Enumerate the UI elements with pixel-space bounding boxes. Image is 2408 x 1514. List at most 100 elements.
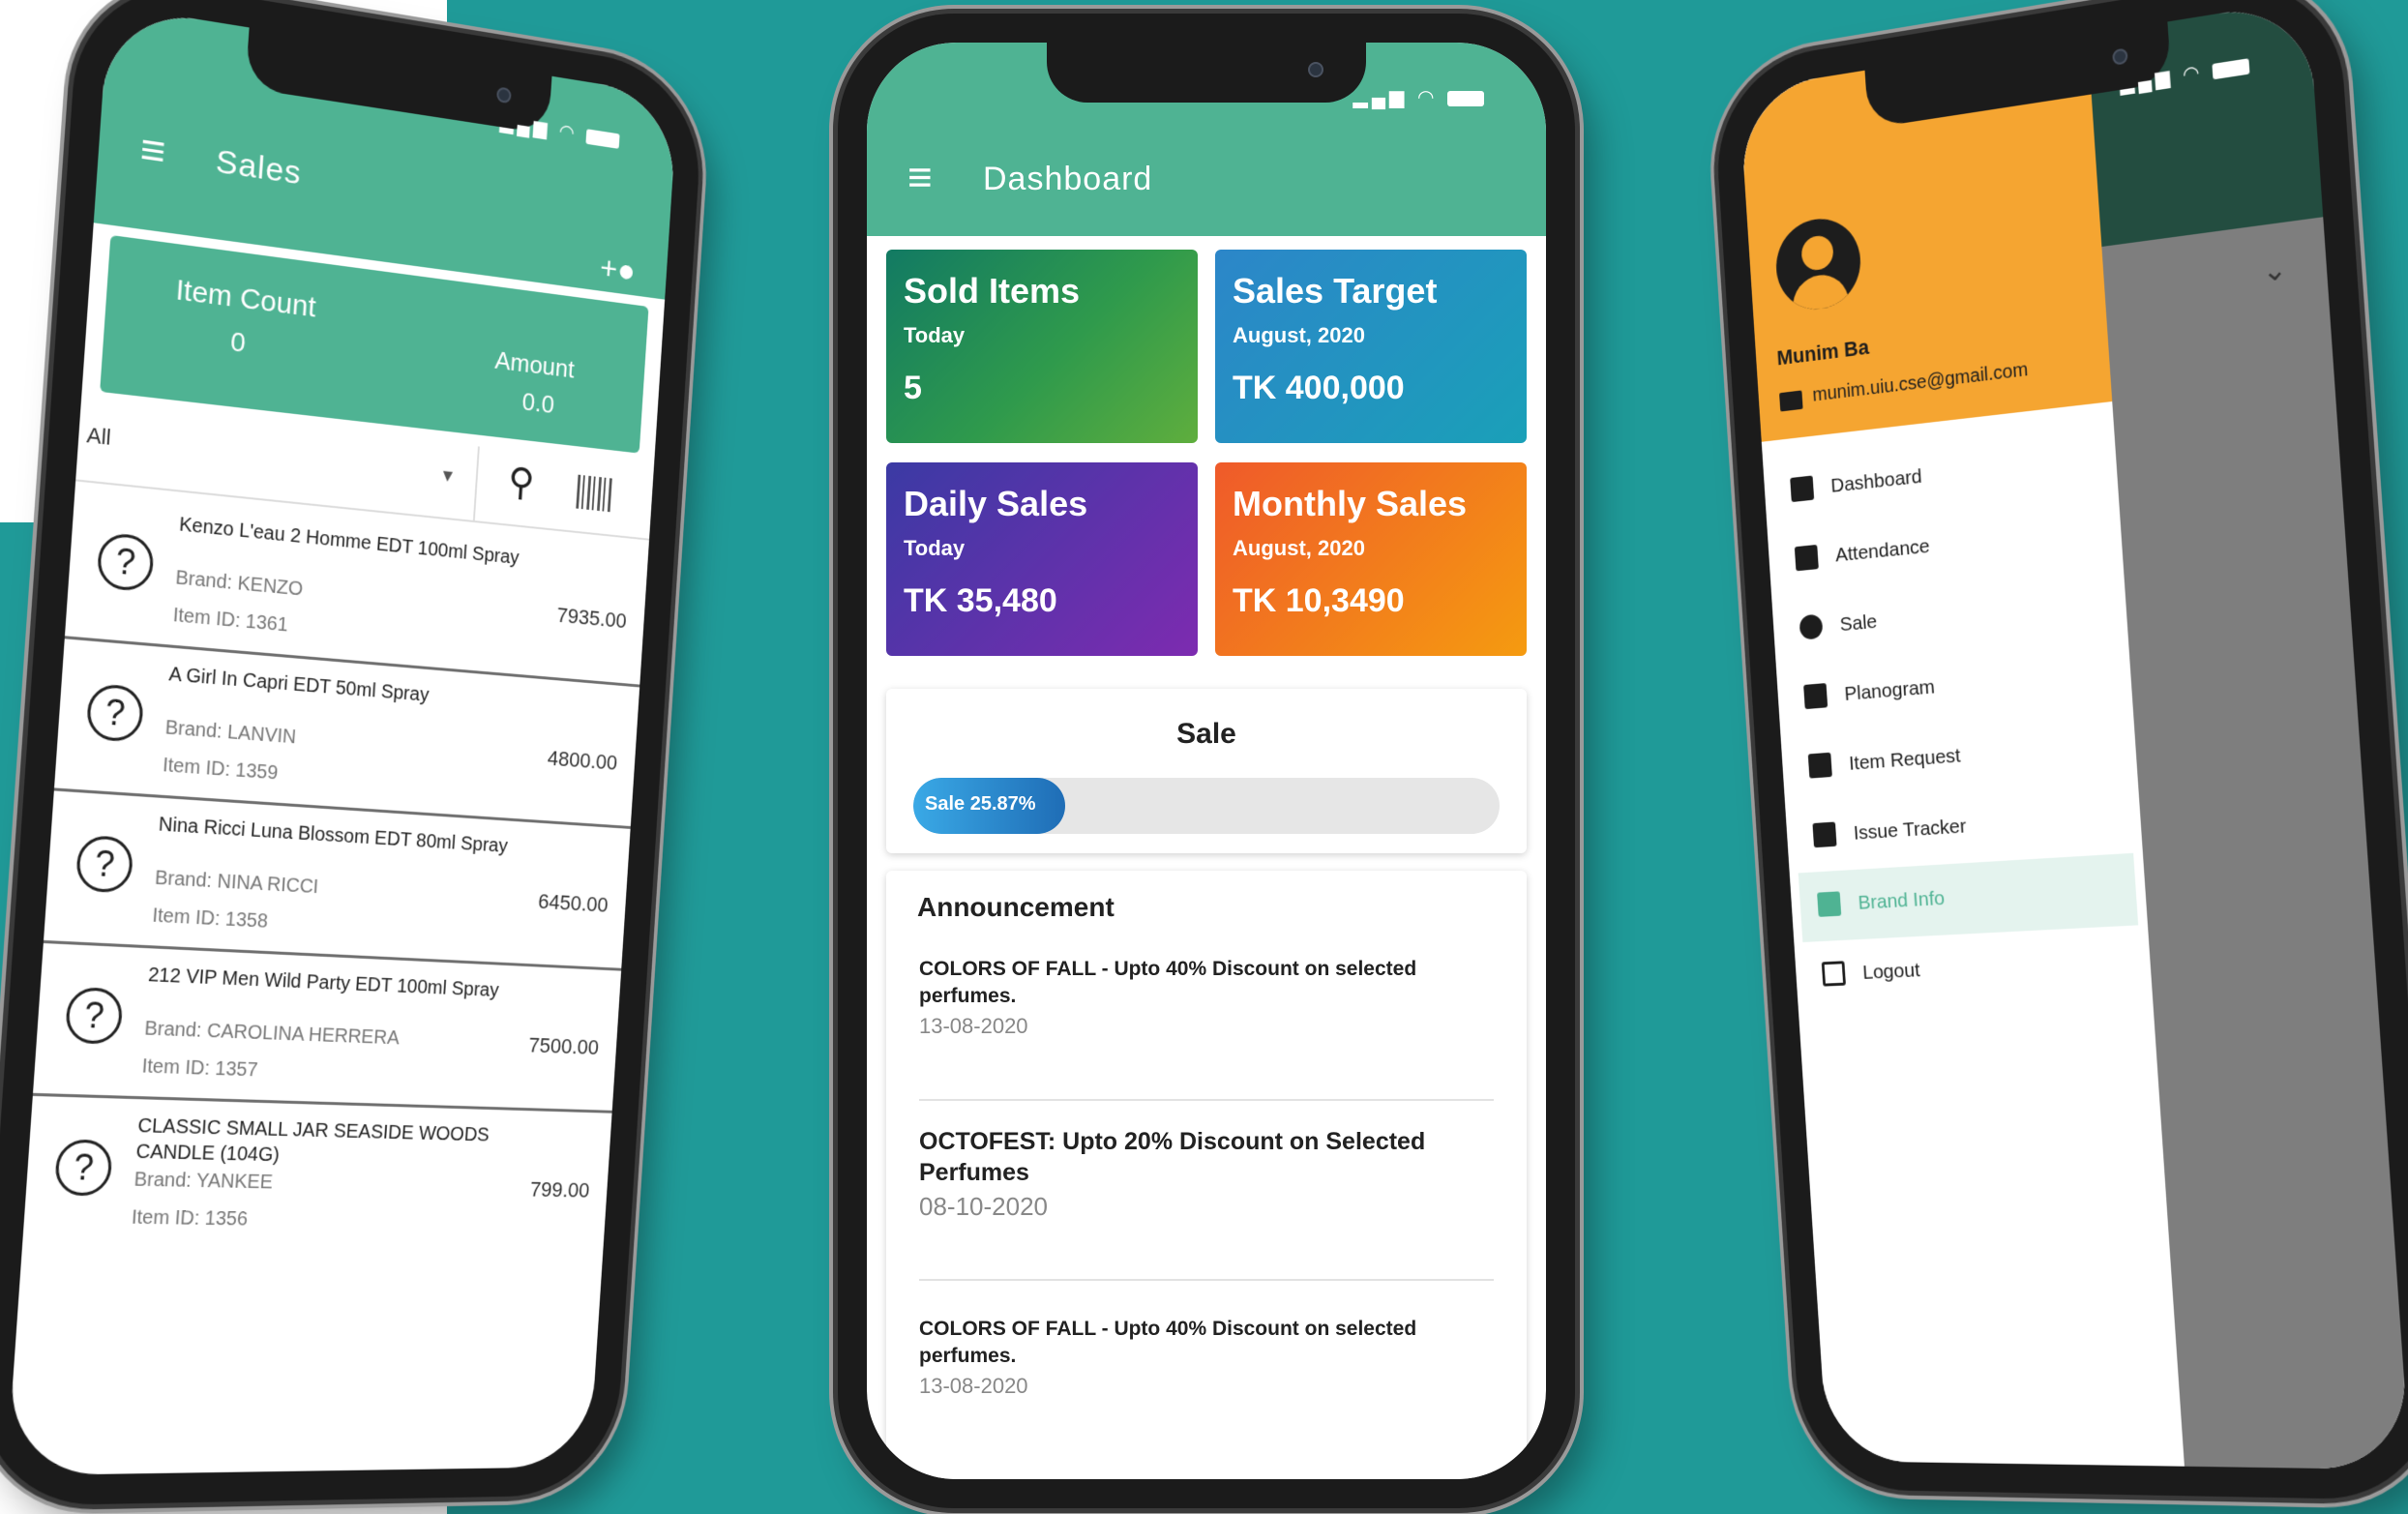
post-add-icon (1812, 821, 1837, 848)
item-price: 799.00 (529, 1176, 591, 1202)
item-price: 7935.00 (555, 603, 628, 634)
question-icon: ? (53, 1139, 114, 1197)
drawer-item-label: Planogram (1843, 675, 1936, 705)
logout-icon (1821, 961, 1846, 987)
item-brand: Brand: NINA RICCI (154, 867, 319, 899)
item-name: Nina Ricci Luna Blossom EDT 80ml Spray (158, 814, 509, 857)
divider (472, 446, 480, 521)
card-value: TK 10,3490 (1233, 582, 1405, 619)
card-subtitle: August, 2020 (1233, 323, 1365, 347)
question-icon: ? (64, 986, 124, 1045)
caret-down-icon[interactable]: ▼ (439, 465, 457, 487)
drawer-item-label: Item Request (1848, 744, 1962, 775)
hamburger-menu-icon[interactable]: ≡ (907, 157, 933, 199)
drawer-menu: Dashboard Attendance Sale Planogram Item… (1763, 421, 2153, 1012)
dashboard-icon (1790, 475, 1815, 503)
card-value: 5 (904, 370, 922, 406)
item-brand: Brand: CAROLINA HERRERA (143, 1018, 401, 1050)
dollar-icon (1799, 613, 1824, 640)
item-id: Item ID: 1358 (151, 905, 269, 933)
item-id: Item ID: 1359 (162, 754, 279, 785)
card-title: Sales Target (1233, 271, 1438, 311)
camera-icon (2112, 47, 2128, 66)
item-name: 212 VIP Men Wild Party EDT 100ml Spray (147, 964, 500, 1001)
phone-sales: ▂▄▆ ◠ ≡ Sales +● Item Count 0 Amount 0.0… (0, 0, 706, 1507)
drawer-item-label: Attendance (1834, 535, 1931, 567)
avatar-body (1791, 271, 1850, 314)
brand-filter-select[interactable]: All (86, 423, 112, 451)
item-id: Item ID: 1361 (172, 604, 289, 637)
sales-target-card[interactable]: Sales Target August, 2020 TK 400,000 (1215, 250, 1527, 443)
amount-value: 0.0 (520, 386, 555, 420)
drawer-screen: ▂▄▆ ◠ ⌄ Munim Ba munim.uiu.cse@gmail.com… (1739, 0, 2408, 1470)
avatar (1773, 213, 1863, 314)
card-title: Daily Sales (904, 484, 1088, 523)
user-email: munim.uiu.cse@gmail.com (1811, 359, 2029, 406)
card-title: Sold Items (904, 271, 1081, 311)
avatar-head (1800, 233, 1834, 273)
item-price: 6450.00 (537, 889, 609, 917)
announcement-title: Announcement (917, 892, 1115, 922)
image-icon (1803, 683, 1828, 710)
chevron-down-icon: ⌄ (2261, 252, 2289, 289)
bar-chart-icon (1807, 752, 1832, 779)
sold-items-card[interactable]: Sold Items Today 5 (886, 250, 1198, 443)
monthly-sales-card[interactable]: Monthly Sales August, 2020 TK 10,3490 (1215, 462, 1527, 656)
card-subtitle: Today (904, 536, 966, 560)
search-icon[interactable]: ⚲ (507, 460, 536, 506)
item-brand: Brand: YANKEE (133, 1169, 274, 1194)
sale-progress-bar: Sale 25.87% (913, 778, 1500, 834)
progress-label: Sale 25.87% (925, 793, 1036, 815)
item-id: Item ID: 1356 (131, 1206, 249, 1231)
add-user-icon[interactable]: +● (599, 250, 637, 290)
status-bar-icons: ▂▄▆ ◠ (499, 110, 620, 152)
drawer-item-label: Issue Tracker (1853, 815, 1968, 845)
dashboard-screen: ▂▄▆ ◠ ≡ Dashboard Sold Items Today 5 Sal… (867, 43, 1546, 1479)
status-bar-icons: ▂▄▆ ◠ (1353, 85, 1484, 109)
drawer-item-label: Sale (1839, 610, 1878, 637)
announcement-date: 08-10-2020 (919, 1192, 1048, 1221)
hamburger-menu-icon[interactable]: ≡ (138, 125, 166, 177)
panel-title: Sale (1176, 718, 1236, 750)
daily-sales-card[interactable]: Daily Sales Today TK 35,480 (886, 462, 1198, 656)
camera-icon (496, 86, 512, 104)
card-value: TK 400,000 (1233, 370, 1405, 406)
announcement-item[interactable]: COLORS OF FALL - Upto 40% Discount on se… (919, 956, 1494, 1101)
brand-icon (1817, 891, 1842, 917)
announcement-panel: Announcement COLORS OF FALL - Upto 40% D… (886, 871, 1527, 1479)
drawer-item-label: Dashboard (1829, 465, 1923, 497)
announcement-item[interactable]: OCTOFEST: Upto 20% Discount on Selected … (919, 1126, 1494, 1281)
question-icon: ? (74, 834, 134, 894)
phone-dashboard: ▂▄▆ ◠ ≡ Dashboard Sold Items Today 5 Sal… (838, 14, 1575, 1508)
announcement-date: 13-08-2020 (919, 1374, 1028, 1398)
item-count-value: 0 (229, 325, 247, 359)
sale-progress-panel: Sale Sale 25.87% (886, 689, 1527, 853)
progress-fill: Sale 25.87% (913, 778, 1065, 834)
amount-label: Amount (493, 345, 576, 384)
page-title: Dashboard (983, 161, 1153, 197)
user-name: Munim Ba (1775, 335, 1870, 371)
sales-screen: ▂▄▆ ◠ ≡ Sales +● Item Count 0 Amount 0.0… (6, 5, 678, 1476)
barcode-scan-icon[interactable] (576, 474, 613, 513)
list-item[interactable]: ? CLASSIC SMALL JAR SEASIDE WOODS CANDLE… (22, 1096, 612, 1256)
question-icon: ? (85, 683, 145, 743)
card-value: TK 35,480 (904, 582, 1057, 619)
drawer-item-label: Logout (1861, 959, 1921, 984)
announcement-text: COLORS OF FALL - Upto 40% Discount on se… (919, 1318, 1417, 1367)
question-icon: ? (96, 531, 156, 593)
item-name: CLASSIC SMALL JAR SEASIDE WOODS CANDLE (… (134, 1114, 491, 1167)
item-price: 7500.00 (527, 1032, 600, 1059)
mail-icon (1779, 390, 1803, 412)
item-brand: Brand: KENZO (174, 567, 304, 601)
list-item[interactable]: ? 212 VIP Men Wild Party EDT 100ml Spray… (32, 943, 622, 1113)
item-price: 4800.00 (547, 746, 618, 775)
item-id: Item ID: 1357 (140, 1055, 259, 1082)
card-subtitle: August, 2020 (1233, 536, 1365, 560)
sales-item-list: ? Kenzo L'eau 2 Homme EDT 100ml Spray Br… (22, 487, 649, 1257)
announcement-text: OCTOFEST: Upto 20% Discount on Selected … (919, 1128, 1426, 1186)
drawer-item-label: Brand Info (1857, 887, 1946, 914)
phone-drawer: ▂▄▆ ◠ ⌄ Munim Ba munim.uiu.cse@gmail.com… (1710, 0, 2408, 1501)
announcement-date: 13-08-2020 (919, 1014, 1028, 1038)
announcement-item[interactable]: COLORS OF FALL - Upto 40% Discount on se… (919, 1316, 1494, 1432)
item-brand: Brand: LANVIN (164, 717, 297, 749)
